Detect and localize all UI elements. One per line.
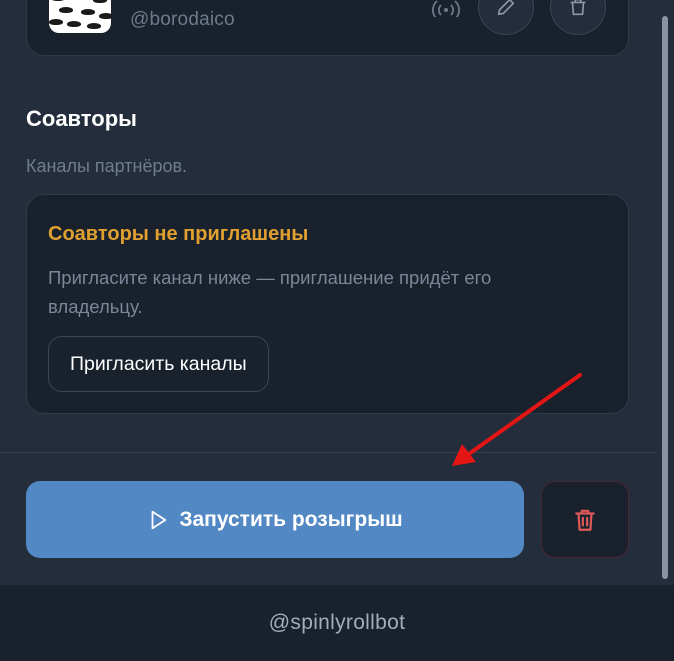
empty-state-title: Соавторы не приглашены (48, 223, 309, 245)
coauthors-subtitle: Каналы партнёров. (26, 156, 188, 176)
broadcast-icon (432, 0, 460, 17)
delete-giveaway-button[interactable] (541, 481, 629, 558)
launch-giveaway-label: Запустить розыгрыш (179, 507, 403, 531)
play-icon (151, 510, 167, 529)
trash-icon (570, 0, 586, 16)
edit-channel-button[interactable] (478, 0, 534, 35)
app-screen: @borodaico Соавторы Каналы партнёров. Со… (0, 0, 674, 661)
scrollbar-thumb[interactable] (662, 16, 668, 579)
channel-handle: @borodaico (130, 9, 235, 30)
invite-channels-button[interactable]: Пригласить каналы (48, 336, 269, 392)
channel-avatar (49, 0, 111, 33)
empty-state-description: Пригласите канал ниже — приглашение прид… (48, 267, 492, 317)
coauthors-title: Соавторы (26, 106, 137, 131)
trash-icon (575, 509, 595, 531)
footer: @spinlyrollbot (0, 585, 674, 661)
divider (0, 452, 657, 453)
delete-channel-button[interactable] (550, 0, 606, 35)
coauthors-empty-card: Соавторы не приглашены Пригласите канал … (26, 194, 629, 414)
channel-card: @borodaico (26, 0, 629, 56)
launch-giveaway-button[interactable]: Запустить розыгрыш (26, 481, 524, 558)
bot-handle: @spinlyrollbot (268, 611, 406, 634)
pencil-icon (497, 0, 515, 16)
